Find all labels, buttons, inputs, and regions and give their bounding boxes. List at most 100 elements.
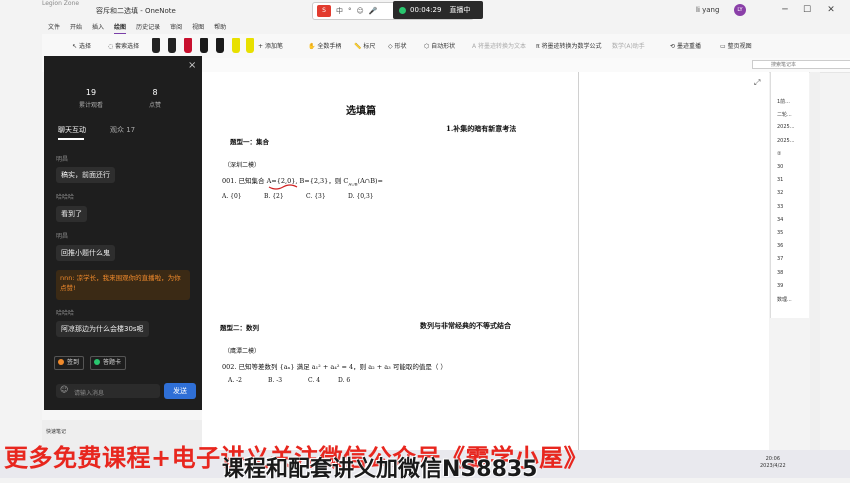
ruler-button[interactable]: 📏 标尺 <box>354 41 375 50</box>
page-list-item[interactable]: 31 <box>777 177 783 183</box>
system-clock[interactable]: 20:06 2023/4/22 <box>760 456 786 470</box>
chat-close-button[interactable]: × <box>188 60 196 71</box>
pen-6-icon[interactable] <box>232 38 240 53</box>
views-label: 累计观看 <box>78 102 103 109</box>
ink-to-math-button[interactable]: π 将墨迹转换为数学公式 <box>536 41 602 50</box>
pen-3-icon[interactable] <box>184 38 192 53</box>
shapes-button[interactable]: ◇ 形状 <box>388 41 407 50</box>
clock-time: 20:06 <box>765 456 781 462</box>
live-time: 00:04:29 <box>410 6 442 14</box>
page-list-item[interactable]: 二轮... <box>777 111 792 118</box>
menu-draw[interactable]: 绘图 <box>114 22 127 34</box>
auto-shape-button[interactable]: ⬡ 自动形状 <box>424 41 455 50</box>
emoji-icon[interactable]: ☺ <box>357 7 364 15</box>
subtitle-overlay: 课程和配套讲义加微信NS8835 <box>222 457 538 482</box>
page-list-item[interactable]: 33 <box>777 204 783 210</box>
question1: 001. 已知集合 A={2,0}, B={2,3}，则 CA∪B(A∩B)= <box>222 177 383 187</box>
mic-icon[interactable]: 🎤 <box>369 7 378 15</box>
live-dot-icon <box>399 6 406 14</box>
pin-icon <box>58 359 64 365</box>
lasso-button[interactable]: ◌ 套索选择 <box>108 41 139 50</box>
q2-option-c: C. 4 <box>308 377 321 384</box>
menu-home[interactable]: 开始 <box>70 22 82 34</box>
q2-option-b: B. -3 <box>268 377 283 384</box>
topic2: 题型二：数列 <box>220 324 259 332</box>
maximize-button[interactable]: ☐ <box>800 4 814 16</box>
likes-stat: 8 点赞 <box>130 88 180 109</box>
system-message: nnn: 凉学长，我来围观你的直播啦，为你点赞! <box>56 270 190 300</box>
expand-icon[interactable]: ⤢ <box>754 78 760 88</box>
page-list-item[interactable]: 30 <box>777 164 783 170</box>
page-list-item[interactable]: 35 <box>777 230 783 236</box>
message-author: 明昌 <box>56 233 69 240</box>
emoji-icon[interactable]: ☺ <box>60 385 68 394</box>
menu-insert[interactable]: 插入 <box>92 22 104 34</box>
views-stat: 19 累计观看 <box>66 88 116 109</box>
page-list-item[interactable]: 38 <box>777 270 783 276</box>
topic1: 题型一：集合 <box>230 138 269 146</box>
select-button[interactable]: ↖ 选择 <box>72 41 91 50</box>
page-list-item[interactable]: 1前... <box>777 98 790 105</box>
page-list-item[interactable]: 36 <box>777 243 783 249</box>
menu-review[interactable]: 审阅 <box>170 22 182 34</box>
quick-notes[interactable]: 快速笔记 <box>46 428 66 435</box>
menu-view[interactable]: 视图 <box>192 22 204 34</box>
source2: （鹰潭二模） <box>224 348 261 355</box>
pen-5-icon[interactable] <box>216 38 224 53</box>
chat-input-placeholder: 请输入消息 <box>74 390 105 397</box>
note-page[interactable]: 选填篇 1.补集的暗有新意考法 题型一：集合 （深圳二模） 001. 已知集合 … <box>202 72 578 452</box>
pen-1-icon[interactable] <box>152 38 160 53</box>
page-list-item[interactable]: 2025... <box>777 138 795 144</box>
likes-count: 8 <box>152 88 158 97</box>
message-text: 稿实，前面还行 <box>56 167 115 183</box>
legion-label: Legion Zone <box>42 0 80 7</box>
pen-4-icon[interactable] <box>200 38 208 53</box>
menu-file[interactable]: 文件 <box>48 22 60 34</box>
page-list-item[interactable]: 37 <box>777 256 783 262</box>
ime-icon[interactable]: 中 <box>336 6 343 16</box>
message-author: 明昌 <box>56 156 69 163</box>
search-input[interactable]: 搜索笔记本 <box>752 60 850 69</box>
minimize-button[interactable]: ─ <box>778 4 792 16</box>
page-list-item[interactable]: ② <box>777 151 781 157</box>
q1-option-a: A. {0} <box>222 193 242 200</box>
chat-input[interactable] <box>56 384 160 398</box>
q1-option-d: D. {0,3} <box>348 193 374 200</box>
close-button[interactable]: ✕ <box>824 4 838 16</box>
live-timer[interactable]: 00:04:29 直播中 <box>393 1 483 19</box>
section2-title: 数列与非常经典的不等式结合 <box>420 321 511 330</box>
send-button[interactable]: 发送 <box>164 383 196 399</box>
full-page-button[interactable]: ▭ 整页视图 <box>720 41 752 50</box>
page-list-item[interactable]: 数理... <box>777 296 792 303</box>
menu-help[interactable]: 帮助 <box>214 22 226 34</box>
full-ink-button[interactable]: ✋ 全数手柄 <box>308 41 341 50</box>
note-page-right[interactable] <box>579 72 769 452</box>
tab-chat[interactable]: 聊天互动 <box>58 125 86 135</box>
message-text: 看到了 <box>56 206 87 222</box>
source1: （深圳二模） <box>224 162 261 169</box>
page-list-item[interactable]: 2025... <box>777 124 795 130</box>
checkin-button[interactable]: 签到 <box>54 356 85 370</box>
page-list-item[interactable]: 39 <box>777 283 783 289</box>
q1-option-b: B. {2} <box>264 193 284 200</box>
tab-audience[interactable]: 观众 17 <box>110 125 135 135</box>
scrollbar[interactable] <box>810 72 820 452</box>
avatar[interactable]: LY <box>734 4 746 16</box>
pen-7-icon[interactable] <box>246 38 254 53</box>
page-list-item[interactable]: 34 <box>777 217 783 223</box>
page-list-item[interactable]: 32 <box>777 190 783 196</box>
live-state: 直播中 <box>449 6 471 14</box>
ink-to-text-button[interactable]: A 将墨迹转换为文本 <box>472 41 526 50</box>
pen-2-icon[interactable] <box>168 38 176 53</box>
user-name[interactable]: li yang <box>696 6 719 14</box>
answer-card-button[interactable]: 答题卡 <box>90 356 127 370</box>
window-title: 容斥和二选填 - OneNote <box>96 7 176 15</box>
recorder-logo[interactable]: S <box>317 5 331 17</box>
add-pen-button[interactable]: + 添加笔 <box>258 41 283 50</box>
page-heading: 选填篇 <box>346 106 376 117</box>
ink-replay-button[interactable]: ⟲ 墨迹重播 <box>670 41 701 50</box>
message-author: 哈哈哈 <box>56 310 75 317</box>
punct-icon[interactable]: ° <box>348 7 352 15</box>
math-assistant-button[interactable]: 数学(A)助手 <box>612 41 645 50</box>
menu-history[interactable]: 历史记录 <box>136 22 160 34</box>
